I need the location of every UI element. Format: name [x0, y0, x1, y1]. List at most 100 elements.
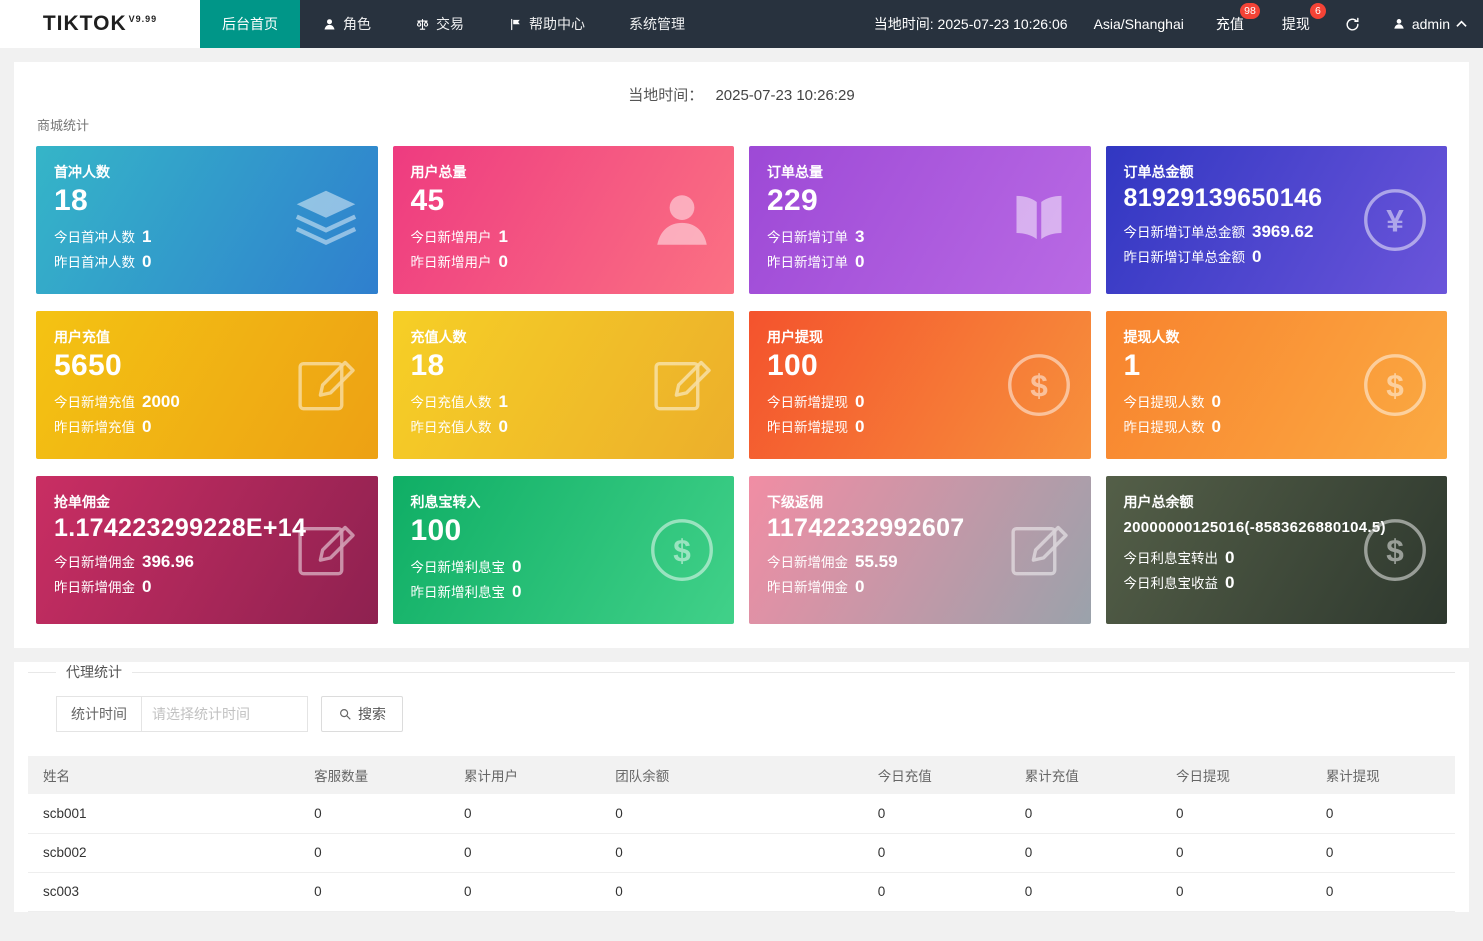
stat-card-title: 用户总余额	[1124, 492, 1430, 512]
table-row: scb0010000000	[28, 794, 1455, 833]
stat-line-value: 1	[499, 392, 508, 412]
table-cell: 0	[1010, 833, 1161, 872]
stat-card-title: 用户充值	[54, 327, 360, 347]
stat-line-label: 昨日新增提现	[767, 416, 848, 436]
stat-line-value: 3969.62	[1252, 222, 1313, 242]
stat-line-label: 今日新增充值	[54, 391, 135, 411]
stat-card-title: 下级返佣	[767, 492, 1073, 512]
stat-card: 订单总量229今日新增订单3昨日新增订单0	[749, 146, 1091, 294]
stat-card-line: 今日充值人数 1	[411, 391, 717, 412]
table-cell: 0	[299, 794, 449, 833]
nav-item[interactable]: 帮助中心	[486, 0, 607, 48]
table-cell: 0	[600, 794, 863, 833]
top-navbar: TIKTOKV9.99 后台首页 角色 交易帮助中心 系统管理 当地时间: 2025-…	[0, 0, 1483, 48]
stat-card-line: 昨日新增提现 0	[767, 416, 1073, 437]
stat-time-input[interactable]	[142, 696, 308, 732]
recharge-badge: 98	[1240, 3, 1260, 19]
stat-card-line: 今日首冲人数 1	[54, 226, 360, 247]
logo[interactable]: TIKTOKV9.99	[0, 0, 200, 48]
table-cell: 0	[600, 872, 863, 911]
stat-card-title: 用户提现	[767, 327, 1073, 347]
filter-row: 统计时间 搜索	[56, 696, 1469, 732]
nav-item[interactable]: 系统管理	[607, 0, 707, 48]
stat-line-value: 2000	[142, 392, 180, 412]
stat-line-label: 今日利息宝转出	[1124, 547, 1219, 567]
table-cell: 0	[863, 872, 1010, 911]
nav-item[interactable]: 后台首页	[200, 0, 300, 48]
nav-item[interactable]: 交易	[393, 0, 486, 48]
table-cell: 0	[1311, 872, 1455, 911]
refresh-icon[interactable]	[1329, 16, 1376, 33]
table-cell: 0	[600, 833, 863, 872]
nav-item-label: 角色	[343, 14, 371, 34]
recharge-label: 充值	[1216, 14, 1244, 34]
stat-line-label: 昨日充值人数	[411, 416, 492, 436]
stat-line-label: 今日新增提现	[767, 391, 848, 411]
stat-line-label: 昨日新增订单总金额	[1124, 246, 1246, 266]
stat-line-value: 0	[855, 417, 864, 437]
clock-label: 当地时间：	[628, 87, 703, 104]
withdraw-button[interactable]: 提现 6	[1263, 0, 1329, 48]
withdraw-badge: 6	[1310, 3, 1326, 19]
table-cell: scb001	[28, 794, 299, 833]
stat-card-line: 昨日首冲人数0	[54, 251, 360, 272]
table-header: 今日提现	[1161, 756, 1311, 794]
stat-card-line: 昨日新增利息宝0	[411, 581, 717, 602]
stat-card-line: 今日新增提现 0	[767, 391, 1073, 412]
stat-line-label: 昨日新增佣金	[767, 576, 848, 596]
stat-line-value: 0	[855, 392, 864, 412]
user-icon	[1392, 17, 1406, 31]
user-menu[interactable]: admin	[1376, 16, 1483, 32]
stat-card-line: 昨日充值人数0	[411, 416, 717, 437]
stat-card-value: 5650	[54, 349, 360, 383]
stat-line-label: 今日新增用户	[411, 226, 492, 246]
table-row: scb0020000000	[28, 833, 1455, 872]
stat-line-value: 55.59	[855, 552, 898, 572]
table-header: 客服数量	[299, 756, 449, 794]
stat-card-value: 45	[411, 184, 717, 218]
stat-line-value: 0	[142, 577, 151, 597]
stat-card: 利息宝转入100今日新增利息宝0昨日新增利息宝0$	[393, 476, 735, 624]
stat-card-value: 20000000125016(-8583626880104.5)	[1124, 519, 1430, 536]
stat-card: 下级返佣11742232992607今日新增佣金55.59昨日新增佣金0	[749, 476, 1091, 624]
stat-card-line: 昨日新增订单总金额0	[1124, 246, 1430, 267]
navbar-local-time: 当地时间: 2025-07-23 10:26:06	[861, 14, 1081, 34]
logo-version: V9.99	[129, 14, 158, 24]
table-header: 累计用户	[449, 756, 600, 794]
stat-card-title: 订单总金额	[1124, 162, 1430, 182]
stat-card-line: 今日新增用户1	[411, 226, 717, 247]
stat-card-line: 今日利息宝转出0	[1124, 547, 1430, 568]
nav-item-label: 系统管理	[629, 14, 685, 34]
stat-card: 用户充值5650今日新增充值2000昨日新增充值0	[36, 311, 378, 459]
search-button[interactable]: 搜索	[321, 696, 403, 732]
timezone-selector[interactable]: Asia/Shanghai	[1081, 16, 1197, 32]
stat-line-label: 今日首冲人数	[54, 226, 135, 246]
stat-card: 充值人数18今日充值人数1昨日充值人数0	[393, 311, 735, 459]
stat-card-line: 昨日提现人数0	[1124, 416, 1430, 437]
stat-line-value: 1	[142, 227, 151, 247]
agent-table: 姓名客服数量累计用户团队余额今日充值累计充值今日提现累计提现 scb001000…	[28, 756, 1455, 912]
username: admin	[1412, 16, 1450, 32]
table-header: 团队余额	[600, 756, 863, 794]
stat-card-value: 1.174223299228E+14	[54, 514, 360, 543]
table-header: 今日充值	[863, 756, 1010, 794]
main-nav: 后台首页 角色 交易帮助中心 系统管理	[200, 0, 707, 48]
table-header: 累计提现	[1311, 756, 1455, 794]
stat-line-label: 昨日新增订单	[767, 251, 848, 271]
agent-fieldset: 代理统计	[28, 662, 1455, 682]
stat-time-label: 统计时间	[56, 696, 142, 732]
flag-icon	[508, 17, 523, 32]
nav-item[interactable]: 角色	[300, 0, 393, 48]
stat-line-label: 今日充值人数	[411, 391, 492, 411]
stat-card: 用户总余额 20000000125016(-8583626880104.5) 今日利…	[1106, 476, 1448, 624]
table-cell: 0	[449, 833, 600, 872]
stat-card: 订单总金额81929139650146今日新增订单总金额3969.62昨日新增订…	[1106, 146, 1448, 294]
recharge-button[interactable]: 充值 98	[1197, 0, 1263, 48]
stat-line-value: 0	[512, 582, 521, 602]
table-cell: 0	[863, 833, 1010, 872]
nav-item-label: 后台首页	[222, 14, 278, 34]
stat-card-title: 订单总量	[767, 162, 1073, 182]
stats-panel: 当地时间： 2025-07-23 10:26:29 商城统计 首冲人数18今日首…	[14, 62, 1469, 648]
stat-line-label: 昨日首冲人数	[54, 251, 135, 271]
agent-panel: 代理统计 统计时间 搜索 姓名客服数量累计用户团队余额今日充值累计充值今日提现累…	[14, 662, 1469, 912]
